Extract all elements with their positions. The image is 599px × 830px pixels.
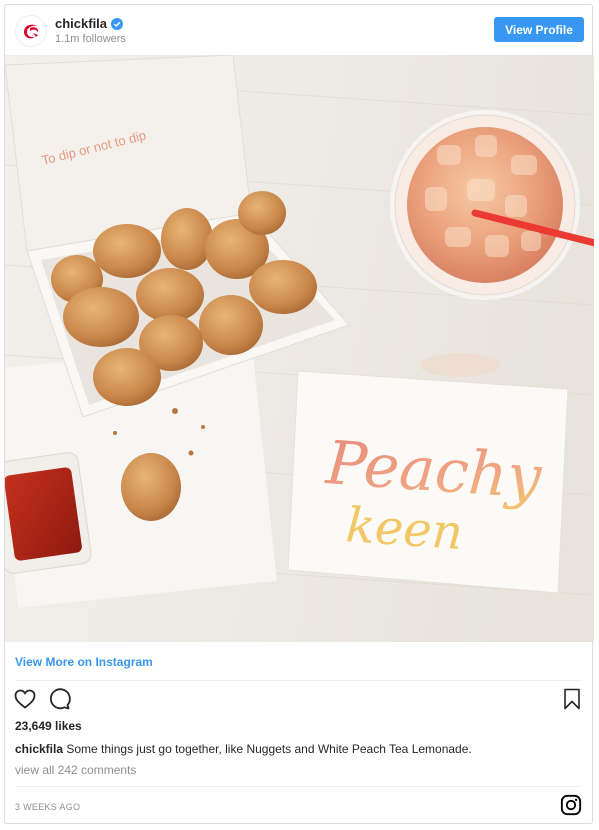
caption: chickfila Some things just go together, …	[15, 741, 575, 757]
post-header: chickfila 1.1m followers View Profile	[5, 5, 592, 55]
bookmark-icon[interactable]	[560, 687, 584, 711]
account-info: chickfila 1.1m followers	[55, 16, 126, 45]
post-timestamp: 3 WEEKS AGO	[15, 802, 81, 812]
view-more-link[interactable]: View More on Instagram	[15, 655, 153, 669]
action-bar	[13, 687, 71, 711]
divider	[15, 786, 582, 787]
peachy-keen-card: Peachy keen	[287, 370, 569, 594]
card-script-line2: keen	[344, 497, 464, 561]
follower-count: 1.1m followers	[55, 33, 126, 45]
dipping-sauce	[5, 452, 92, 574]
divider	[15, 680, 582, 681]
username[interactable]: chickfila	[55, 16, 107, 31]
caption-text: Some things just go together, like Nugge…	[63, 742, 472, 756]
post-photo[interactable]: To dip or not to dip Peachy keen	[5, 55, 594, 642]
heart-icon[interactable]	[13, 687, 37, 711]
like-count: 23,649 likes	[15, 719, 82, 733]
comment-icon[interactable]	[47, 687, 71, 711]
chickfila-logo-icon[interactable]	[15, 15, 47, 47]
view-profile-button[interactable]: View Profile	[494, 17, 584, 42]
caption-username[interactable]: chickfila	[15, 742, 63, 756]
verified-icon	[111, 17, 124, 30]
instagram-embed-card: chickfila 1.1m followers View Profile To…	[4, 4, 594, 824]
instagram-icon[interactable]	[560, 794, 582, 816]
view-comments-link[interactable]: view all 242 comments	[15, 763, 136, 777]
